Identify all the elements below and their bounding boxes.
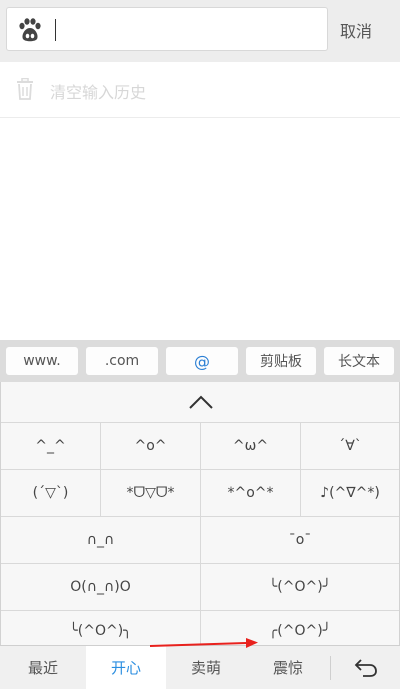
return-button[interactable] — [331, 646, 400, 689]
chevron-up-icon — [189, 395, 213, 409]
clear-history-label: 清空输入历史 — [50, 83, 147, 102]
emoticon-item[interactable]: ╰(^O^)╯ — [201, 564, 399, 610]
emoticon-item[interactable]: ¯o¯ — [201, 517, 399, 563]
category-tab-recent[interactable]: 最近 — [0, 646, 86, 689]
clear-history-row[interactable]: 清空输入历史 — [0, 62, 400, 118]
shortcut-at[interactable]: @ — [166, 347, 238, 375]
emoticon-item[interactable]: (´▽`) — [1, 470, 101, 516]
emoticon-row: ^_^ ^o^ ^ω^ ´∀` — [1, 422, 399, 469]
emoticon-item[interactable]: *ᗜ▽ᗜ* — [101, 470, 201, 516]
cancel-button[interactable]: 取消 — [340, 18, 372, 42]
search-input[interactable] — [6, 7, 328, 51]
annotation-arrow — [150, 638, 258, 648]
text-caret — [55, 19, 56, 41]
emoticon-item[interactable]: ^_^ — [1, 423, 101, 469]
shortcut-com[interactable]: .com — [86, 347, 158, 375]
emoticon-item[interactable]: ^ω^ — [201, 423, 301, 469]
category-tab-cute[interactable]: 卖萌 — [166, 646, 246, 689]
baidu-paw-icon — [19, 18, 41, 42]
emoticon-row: (´▽`) *ᗜ▽ᗜ* *^o^* ♪(^∇^*) — [1, 469, 399, 516]
emoticon-item[interactable]: ∩_∩ — [1, 517, 201, 563]
emoticon-item[interactable]: O(∩_∩)O — [1, 564, 201, 610]
emoticon-row: ∩_∩ ¯o¯ — [1, 516, 399, 563]
emoticon-item[interactable]: ♪(^∇^*) — [301, 470, 399, 516]
emoticon-item[interactable]: ^o^ — [101, 423, 201, 469]
emoticon-panel: ^_^ ^o^ ^ω^ ´∀` (´▽`) *ᗜ▽ᗜ* *^o^* ♪(^∇^*… — [0, 382, 400, 645]
keyboard-shortcut-bar: www. .com @ 剪贴板 长文本 — [0, 340, 400, 382]
search-header: 取消 — [0, 0, 400, 62]
collapse-button[interactable] — [1, 382, 399, 422]
return-arrow-icon — [354, 658, 377, 677]
emoticon-item[interactable]: *^o^* — [201, 470, 301, 516]
emoticon-category-bar: 最近 开心 卖萌 震惊 — [0, 645, 400, 689]
category-tab-shock[interactable]: 震惊 — [246, 646, 330, 689]
shortcut-clipboard[interactable]: 剪贴板 — [246, 347, 316, 375]
emoticon-item[interactable]: ´∀` — [301, 423, 399, 469]
emoticon-grid: ^_^ ^o^ ^ω^ ´∀` (´▽`) *ᗜ▽ᗜ* *^o^* ♪(^∇^*… — [1, 422, 399, 645]
trash-icon — [17, 78, 33, 100]
shortcut-www[interactable]: www. — [6, 347, 78, 375]
category-tab-happy[interactable]: 开心 — [86, 646, 166, 689]
emoticon-row: O(∩_∩)O ╰(^O^)╯ — [1, 563, 399, 610]
shortcut-long-text[interactable]: 长文本 — [324, 347, 394, 375]
